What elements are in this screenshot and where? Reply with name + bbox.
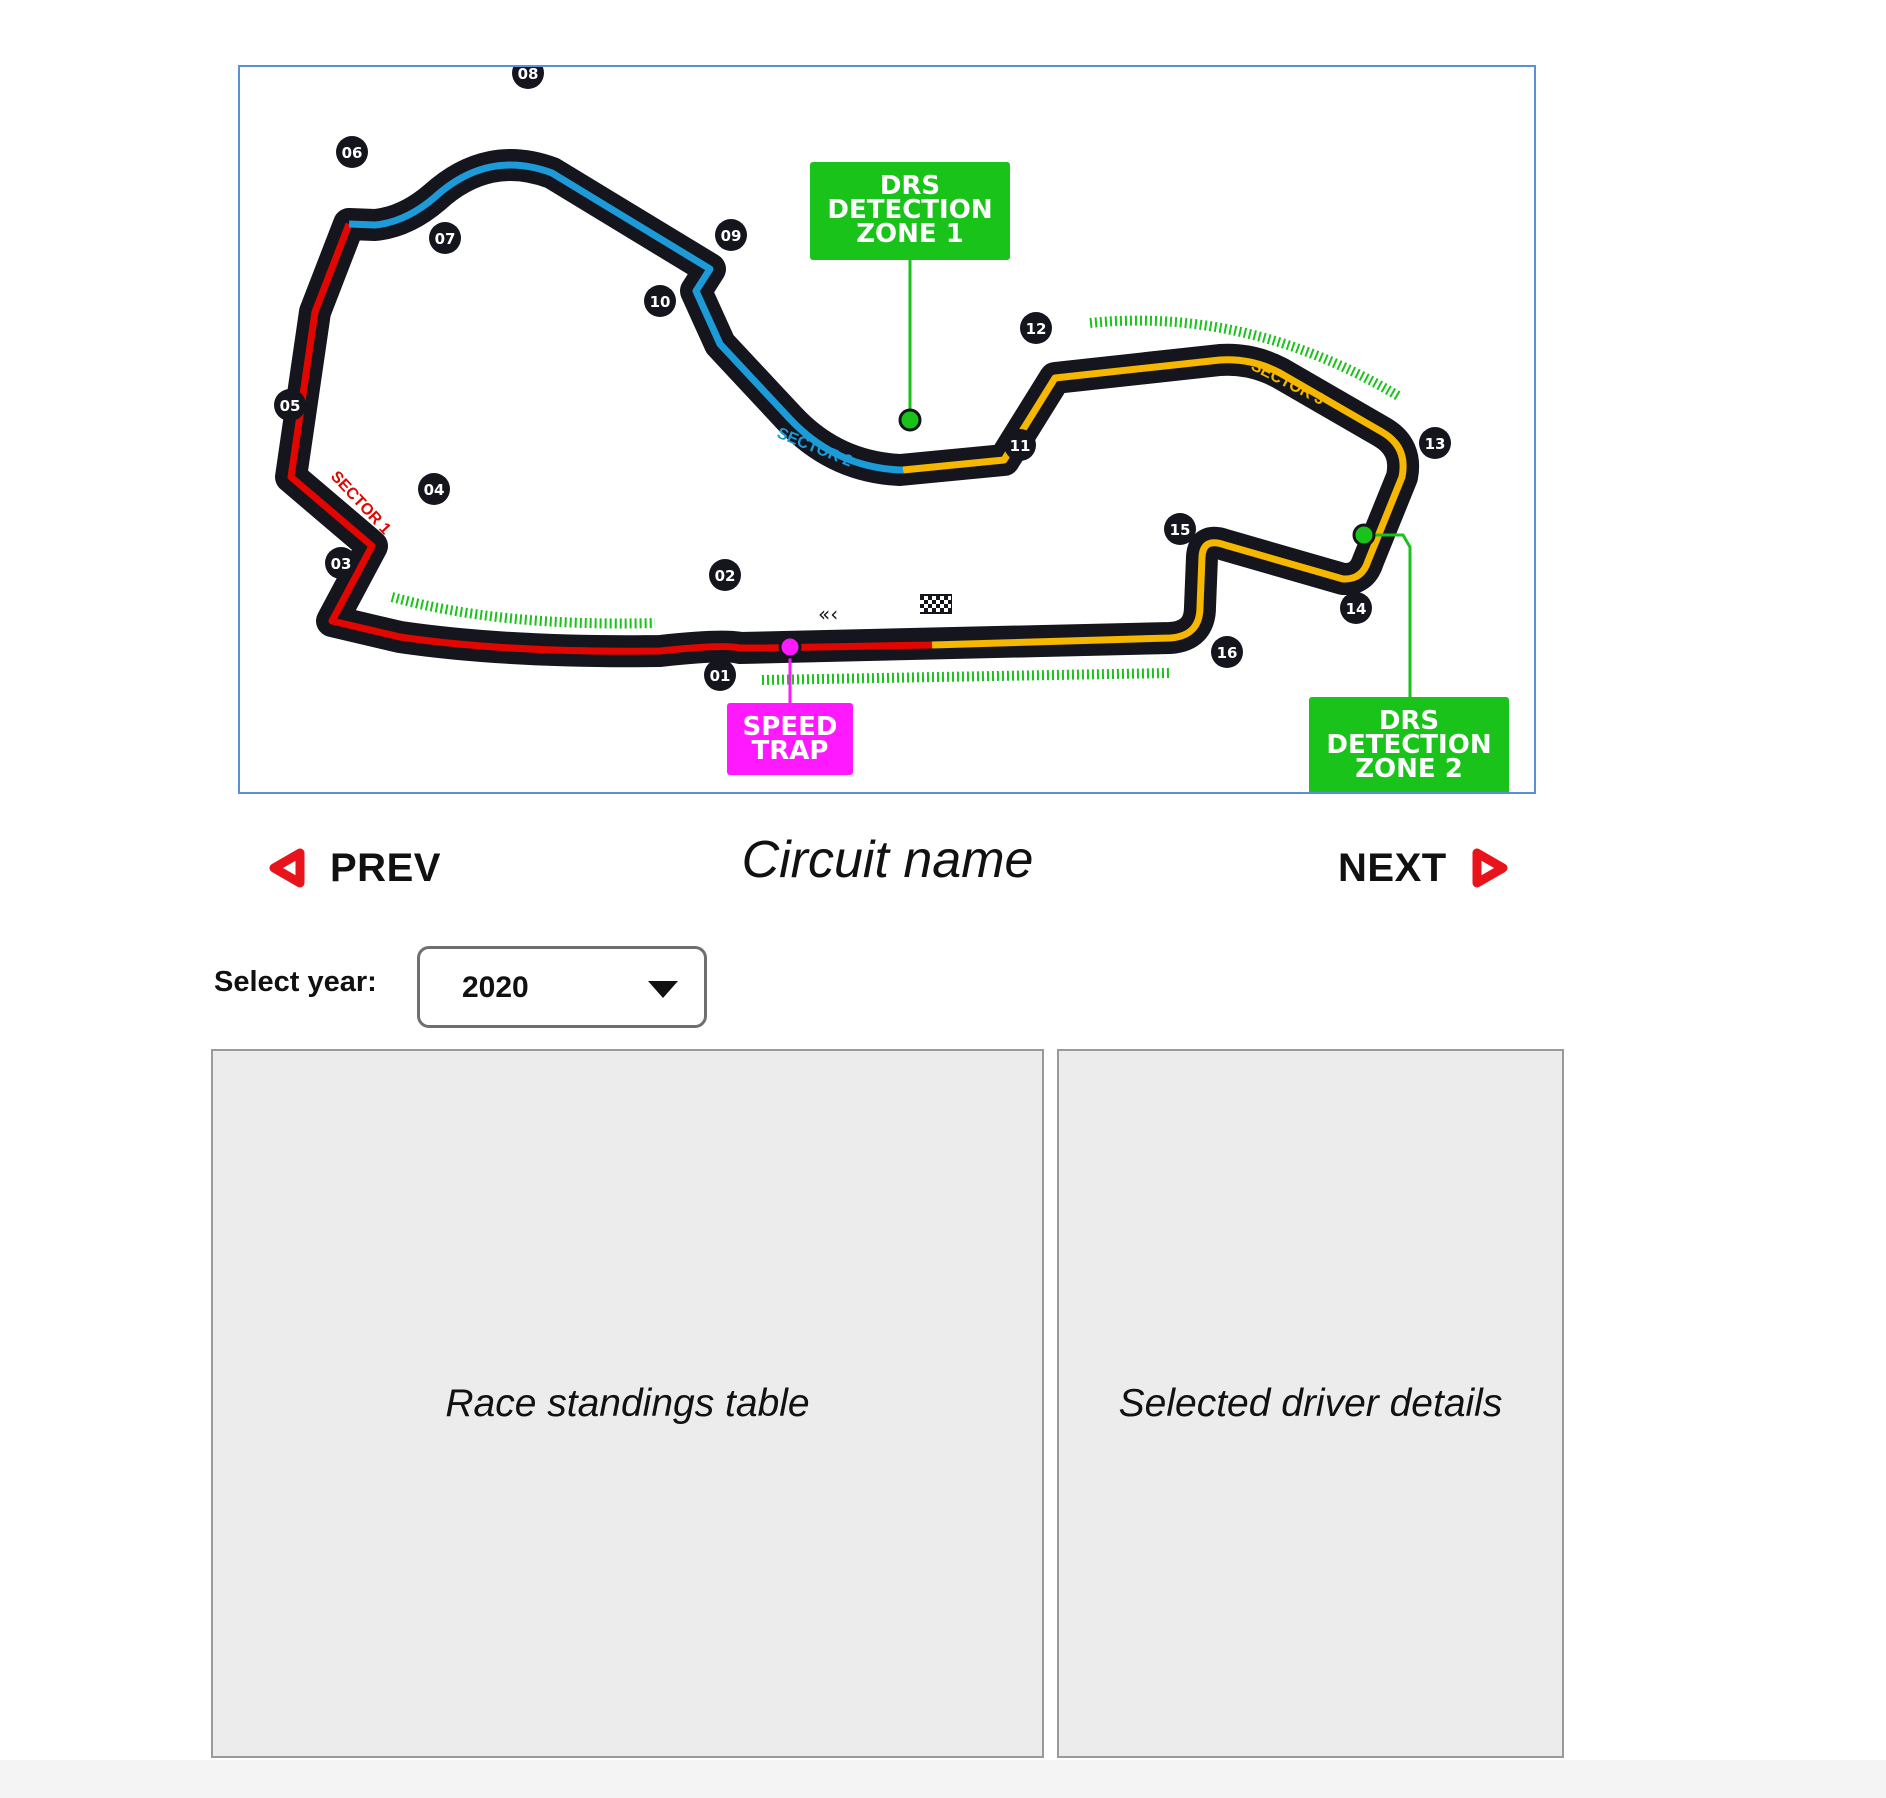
prev-button[interactable]: PREV <box>268 840 441 896</box>
turn-number-label: 12 <box>1026 320 1047 338</box>
drs-zone-2-line-3: ZONE 2 <box>1355 754 1463 784</box>
turn-number-label: 01 <box>710 667 731 685</box>
turn-number-label: 16 <box>1217 644 1238 662</box>
turn-number-label: 13 <box>1425 435 1446 453</box>
driver-details-placeholder: Selected driver details <box>1118 1381 1503 1425</box>
turn-number-label: 03 <box>331 555 352 573</box>
turn-number-label: 08 <box>518 67 539 83</box>
speed-trap-point <box>778 635 802 659</box>
driver-details-panel: Selected driver details <box>1057 1049 1564 1758</box>
year-select-value: 2020 <box>462 971 529 1004</box>
chevron-down-icon <box>648 981 678 998</box>
drs-zone-1-point <box>898 408 922 432</box>
race-standings-panel: Race standings table <box>211 1049 1044 1758</box>
speed-trap-line-2: TRAP <box>752 736 829 766</box>
race-standings-placeholder: Race standings table <box>445 1381 810 1425</box>
year-select-label: Select year: <box>214 966 377 998</box>
year-select[interactable]: 2020 <box>417 946 707 1028</box>
circuit-name: Circuit name <box>741 831 1034 889</box>
next-arrow-icon <box>1472 848 1508 888</box>
turn-number-label: 10 <box>650 293 671 311</box>
turn-number-label: 15 <box>1170 521 1191 539</box>
next-label: NEXT <box>1338 845 1447 890</box>
drs-zone-1-line-3: ZONE 1 <box>856 219 964 249</box>
drs-zone-marker <box>761 668 1171 685</box>
turn-number-label: 04 <box>424 481 445 499</box>
turn-number-label: 11 <box>1010 437 1031 455</box>
prev-arrow-icon <box>269 848 305 888</box>
bottom-strip <box>0 1760 1886 1798</box>
start-direction-icon: «‹ <box>818 602 838 626</box>
turn-number-label: 06 <box>342 144 363 162</box>
turn-number-label: 07 <box>435 230 456 248</box>
prev-label: PREV <box>330 845 441 890</box>
sector-3-line <box>902 356 1407 649</box>
page: SECTOR 1 SECTOR 2 SECTOR 3 «‹ DRS DETECT… <box>0 0 1886 1798</box>
turn-number-label: 05 <box>280 397 301 415</box>
next-button[interactable]: NEXT <box>1338 840 1509 896</box>
turn-number-label: 09 <box>721 227 742 245</box>
circuit-map: SECTOR 1 SECTOR 2 SECTOR 3 «‹ DRS DETECT… <box>238 65 1536 794</box>
drs-zone-marker <box>390 592 656 629</box>
turn-number-label: 02 <box>715 567 736 585</box>
drs-zone-2-point <box>1352 523 1376 547</box>
checkered-flag-icon <box>920 594 952 614</box>
turn-number-label: 14 <box>1346 600 1367 618</box>
